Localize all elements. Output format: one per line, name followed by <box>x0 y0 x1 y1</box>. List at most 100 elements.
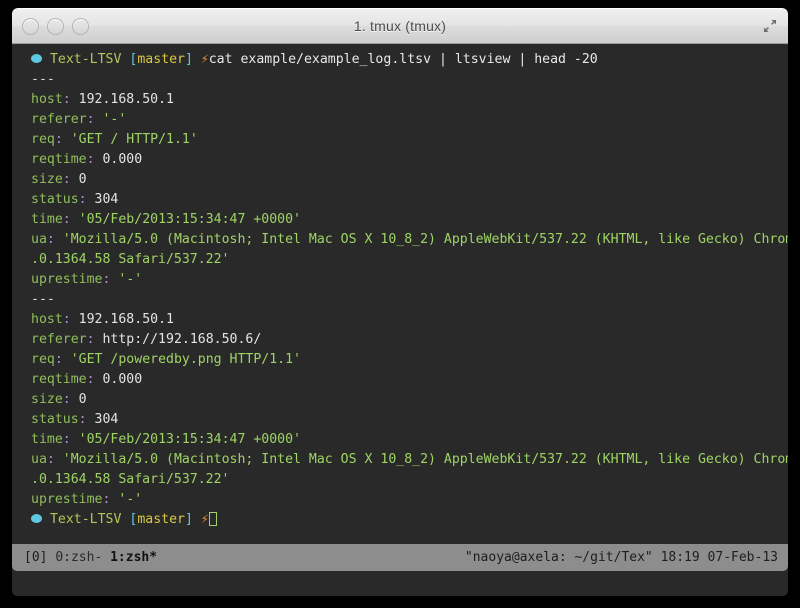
field-key: reqtime <box>31 372 87 387</box>
tmux-date: 07-Feb-13 <box>707 550 778 565</box>
zoom-button[interactable] <box>72 17 89 35</box>
field-colon: : <box>62 392 71 407</box>
circle-dot-icon <box>31 513 42 523</box>
output-field-size: size: 0 <box>12 390 788 410</box>
field-colon: : <box>78 412 87 427</box>
tmux-clock: 18:19 <box>660 550 700 565</box>
output-field-time: time: '05/Feb/2013:15:34:47 +0000' <box>12 430 788 450</box>
field-key: time <box>31 432 63 447</box>
field-key: status <box>31 192 79 207</box>
field-value: .0.1364.58 Safari/537.22' <box>31 252 230 267</box>
field-value: 0.000 <box>102 152 143 167</box>
prompt-line-cursor: Text-LTSV [master] ⚡ <box>12 510 788 530</box>
output-field-time: time: '05/Feb/2013:15:34:47 +0000' <box>12 210 788 230</box>
tmux-window-list: [0] 0:zsh- 1:zsh* <box>24 550 157 565</box>
field-value: 304 <box>94 192 119 207</box>
output-field-referer: referer: http://192.168.50.6/ <box>12 330 788 350</box>
window-controls <box>22 9 89 43</box>
field-key: ua <box>31 452 47 467</box>
field-value: '05/Feb/2013:15:34:47 +0000' <box>78 212 301 227</box>
field-value: 304 <box>94 412 119 427</box>
field-key: status <box>31 412 79 427</box>
field-key: size <box>31 172 63 187</box>
output-field-host: host: 192.168.50.1 <box>12 90 788 110</box>
output-field-referer: referer: '-' <box>12 110 788 130</box>
field-key: size <box>31 392 63 407</box>
field-key: host <box>31 312 63 327</box>
field-value: http://192.168.50.6/ <box>102 332 262 347</box>
field-value: 'Mozilla/5.0 (Macintosh; Intel Mac OS X … <box>62 452 788 467</box>
window-titlebar[interactable]: 1. tmux (tmux) <box>12 8 788 44</box>
output-field-size: size: 0 <box>12 170 788 190</box>
field-value: 'GET /poweredby.png HTTP/1.1' <box>70 352 301 367</box>
output-field-req: req: 'GET / HTTP/1.1' <box>12 130 788 150</box>
tmux-status-bar[interactable]: [0] 0:zsh- 1:zsh* "naoya@axela: ~/git/Te… <box>12 544 788 571</box>
terminal-content[interactable]: Text-LTSV [master] ⚡ cat example/example_… <box>12 44 788 571</box>
field-colon: : <box>62 212 71 227</box>
field-colon: : <box>102 492 111 507</box>
lightning-bolt-icon: ⚡ <box>200 52 209 67</box>
lightning-bolt-icon: ⚡ <box>200 512 209 527</box>
fullscreen-diagonal-arrows-icon[interactable] <box>760 16 780 36</box>
command-text: cat example/example_log.ltsv | ltsview |… <box>208 52 598 67</box>
field-colon: : <box>54 352 63 367</box>
field-key: host <box>31 92 63 107</box>
prompt-branch: master <box>137 512 185 527</box>
field-value: '05/Feb/2013:15:34:47 +0000' <box>78 432 301 447</box>
field-value: 192.168.50.1 <box>78 92 174 107</box>
tmux-session-id: [0] <box>24 550 48 565</box>
field-colon: : <box>78 192 87 207</box>
field-key: req <box>31 352 55 367</box>
prompt-bracket-close: ] <box>184 52 193 67</box>
field-colon: : <box>46 452 55 467</box>
field-value: 'Mozilla/5.0 (Macintosh; Intel Mac OS X … <box>62 232 788 247</box>
field-colon: : <box>62 312 71 327</box>
output-field-ua: ua: 'Mozilla/5.0 (Macintosh; Intel Mac O… <box>12 230 788 250</box>
circle-dot-icon <box>31 53 42 63</box>
field-colon: : <box>62 432 71 447</box>
output-field-uprestime: uprestime: '-' <box>12 270 788 290</box>
field-key: referer <box>31 332 87 347</box>
prompt-branch: master <box>137 52 185 67</box>
tmux-pane-title: "naoya@axela: ~/git/Tex" <box>464 550 653 565</box>
field-colon: : <box>86 332 95 347</box>
field-colon: : <box>46 232 55 247</box>
output-field-host: host: 192.168.50.1 <box>12 310 788 330</box>
field-value: 'GET / HTTP/1.1' <box>70 132 198 147</box>
field-colon: : <box>86 152 95 167</box>
field-value: '-' <box>102 112 127 127</box>
field-colon: : <box>62 92 71 107</box>
field-value: '-' <box>118 272 143 287</box>
minimize-button[interactable] <box>47 17 64 35</box>
field-value: 0 <box>78 392 87 407</box>
window-title: 1. tmux (tmux) <box>353 18 447 34</box>
field-key: req <box>31 132 55 147</box>
output-field-ua-continuation: .0.1364.58 Safari/537.22' <box>12 250 788 270</box>
field-key: uprestime <box>31 272 103 287</box>
record-separator: --- <box>31 72 55 87</box>
output-field-reqtime: reqtime: 0.000 <box>12 370 788 390</box>
output-field-req: req: 'GET /poweredby.png HTTP/1.1' <box>12 350 788 370</box>
output-field-status: status: 304 <box>12 190 788 210</box>
output-field-ua-continuation: .0.1364.58 Safari/537.22' <box>12 470 788 490</box>
output-field-uprestime: uprestime: '-' <box>12 490 788 510</box>
prompt-bracket-close: ] <box>184 512 193 527</box>
field-key: referer <box>31 112 87 127</box>
prompt-repo: Text-LTSV <box>49 52 122 67</box>
field-colon: : <box>86 372 95 387</box>
tmux-status-right: "naoya@axela: ~/git/Tex" 18:19 07-Feb-13 <box>465 550 778 565</box>
output-field-status: status: 304 <box>12 410 788 430</box>
field-key: uprestime <box>31 492 103 507</box>
field-key: ua <box>31 232 47 247</box>
output-field-reqtime: reqtime: 0.000 <box>12 150 788 170</box>
close-button[interactable] <box>22 17 39 35</box>
field-value: 192.168.50.1 <box>78 312 174 327</box>
prompt-line-command: Text-LTSV [master] ⚡cat example/example_… <box>12 50 788 70</box>
field-value: .0.1364.58 Safari/537.22' <box>31 472 230 487</box>
field-value: 0.000 <box>102 372 143 387</box>
field-value: 0 <box>78 172 87 187</box>
tmux-window-1[interactable]: 1:zsh* <box>110 550 157 565</box>
text-cursor[interactable] <box>208 512 217 526</box>
tmux-window-0[interactable]: 0:zsh- <box>55 550 102 565</box>
prompt-repo: Text-LTSV <box>49 512 122 527</box>
